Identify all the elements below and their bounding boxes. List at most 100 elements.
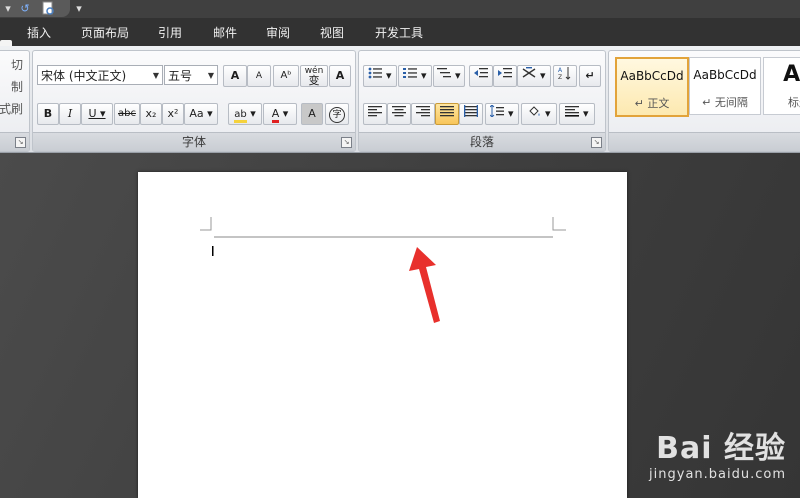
change-case-button[interactable]: Aa ▾	[184, 103, 218, 125]
phonetic-guide-button[interactable]: wén 变	[300, 65, 328, 87]
align-left-button[interactable]	[363, 103, 387, 125]
style-normal-name: ↵ 正文	[634, 97, 670, 110]
tab-insert[interactable]: 插入	[20, 18, 58, 46]
show-marks-button[interactable]: ↵	[579, 65, 601, 87]
character-border-icon: A	[335, 69, 345, 82]
tab-developer[interactable]: 开发工具	[367, 18, 431, 46]
style-heading[interactable]: Aa 标题	[763, 57, 800, 115]
font-group: 宋体 (中文正文) ▼ 五号 ▼ A A Aᵇ wén 变 A B I U ▾ …	[32, 50, 356, 152]
shrink-font-button[interactable]: A	[247, 65, 271, 87]
watermark-logo: Bai 经验	[656, 431, 786, 466]
style-no-spacing[interactable]: AaBbCcDd ↵ 无间隔	[689, 57, 761, 115]
borders-icon	[565, 106, 580, 117]
paragraph-shading-button[interactable]: ▾	[521, 103, 557, 125]
multilevel-list-icon	[437, 68, 452, 78]
copy-button[interactable]: 制	[11, 79, 23, 95]
bullets-button[interactable]: ▾	[363, 65, 397, 87]
line-spacing-button[interactable]: ▾	[485, 103, 519, 125]
dropdown-arrow-icon[interactable]: ▾	[3, 1, 13, 17]
align-left-icon	[368, 106, 382, 117]
paragraph-group-label: 段落	[359, 132, 605, 151]
subscript-button[interactable]: x₂	[140, 103, 162, 125]
numbering-icon	[403, 68, 418, 78]
numbering-button[interactable]: ▾	[398, 65, 432, 87]
bold-button[interactable]: B	[37, 103, 59, 125]
ribbon-tabs: 插入 页面布局 引用 邮件 审阅 视图 开发工具	[0, 18, 800, 64]
character-shading-button[interactable]: A	[301, 103, 323, 125]
tab-references[interactable]: 引用	[150, 18, 190, 46]
tab-page-layout[interactable]: 页面布局	[75, 18, 135, 46]
ribbon: 切 制 式刷 ↘ 宋体 (中文正文) ▼ 五号 ▼ A A Aᵇ wén 变 A…	[0, 46, 800, 153]
align-center-button[interactable]	[387, 103, 411, 125]
style-heading-name: 标题	[788, 96, 800, 109]
font-size-value: 五号	[168, 69, 193, 83]
font-name-value: 宋体 (中文正文)	[41, 69, 127, 83]
customize-qat-icon[interactable]: ▾	[74, 1, 84, 17]
paragraph-launcher-icon[interactable]: ↘	[591, 137, 602, 148]
font-size-combo[interactable]: 五号 ▼	[164, 65, 218, 85]
document-workspace: Bai 经验 jingyan.baidu.com	[0, 153, 800, 498]
chinese-layout-button[interactable]: ▾	[517, 65, 551, 87]
chevron-down-icon: ▼	[152, 71, 159, 80]
italic-button[interactable]: I	[59, 103, 81, 125]
watermark-url: jingyan.baidu.com	[649, 467, 786, 482]
highlighter-icon: ab	[234, 109, 247, 123]
sort-button[interactable]: AZ	[553, 65, 577, 87]
phonetic-char: 变	[308, 74, 320, 87]
font-launcher-icon[interactable]: ↘	[341, 137, 352, 148]
underline-button[interactable]: U ▾	[81, 103, 113, 125]
style-no-spacing-name: ↵ 无间隔	[702, 96, 748, 109]
multilevel-list-button[interactable]: ▾	[433, 65, 465, 87]
decrease-indent-button[interactable]	[469, 65, 493, 87]
align-center-icon	[392, 106, 406, 117]
distributed-button[interactable]	[459, 103, 483, 125]
chevron-down-icon: ▼	[207, 71, 214, 80]
paragraph-mark-icon: ↵	[585, 69, 595, 82]
highlight-button[interactable]: ab ▾	[228, 103, 262, 125]
bullets-icon	[369, 67, 383, 79]
grow-font-button[interactable]: A	[223, 65, 247, 87]
clear-format-button[interactable]: Aᵇ	[273, 65, 299, 87]
sort-icon: AZ	[558, 67, 571, 81]
baidu-watermark: Bai 经验 jingyan.baidu.com	[649, 423, 786, 482]
paint-bucket-icon	[529, 106, 540, 116]
red-arrow-icon	[409, 247, 440, 323]
svg-text:Z: Z	[558, 74, 562, 80]
paragraph-group: ▾ ▾ ▾ ▾ AZ ↵ ▾ ▾ ▾ 段落 ↘	[358, 50, 606, 152]
quick-access-toolbar: ▾ ↺ ▾	[0, 0, 800, 18]
clear-format-icon: Aᵇ	[280, 70, 292, 81]
tab-mailings[interactable]: 邮件	[205, 18, 245, 46]
decrease-indent-icon	[474, 68, 488, 78]
tab-review[interactable]: 审阅	[258, 18, 298, 46]
enclose-characters-icon: 字	[329, 107, 345, 123]
print-preview-icon[interactable]	[38, 1, 58, 17]
subscript-icon: x₂	[145, 107, 157, 120]
borders-button[interactable]: ▾	[559, 103, 595, 125]
increase-indent-icon	[498, 68, 512, 78]
character-border-button[interactable]: A	[329, 65, 351, 87]
svg-text:A: A	[558, 67, 563, 74]
cut-button[interactable]: 切	[11, 57, 23, 73]
align-right-button[interactable]	[411, 103, 435, 125]
strikethrough-button[interactable]: abc	[114, 103, 140, 125]
format-painter-button[interactable]: 式刷	[0, 101, 23, 117]
font-name-combo[interactable]: 宋体 (中文正文) ▼	[37, 65, 163, 85]
italic-icon: I	[67, 107, 73, 120]
style-normal-sample: AaBbCcDd	[620, 69, 684, 83]
styles-group-label	[609, 132, 800, 151]
enclose-characters-button[interactable]: 字	[325, 103, 349, 125]
increase-indent-button[interactable]	[493, 65, 517, 87]
superscript-button[interactable]: x²	[162, 103, 184, 125]
undo-icon[interactable]: ↺	[18, 1, 32, 17]
font-group-label: 字体	[33, 132, 355, 151]
chinese-layout-icon	[523, 67, 536, 78]
clipboard-group: 切 制 式刷 ↘	[0, 50, 30, 152]
justify-button[interactable]	[435, 103, 459, 125]
style-normal[interactable]: AaBbCcDd ↵ 正文	[615, 57, 689, 117]
grow-font-icon: A	[230, 69, 240, 82]
font-color-button[interactable]: A ▾	[263, 103, 297, 125]
tab-view[interactable]: 视图	[312, 18, 352, 46]
distributed-icon	[464, 105, 478, 117]
style-no-spacing-sample: AaBbCcDd	[693, 68, 757, 82]
clipboard-launcher-icon[interactable]: ↘	[15, 137, 26, 148]
